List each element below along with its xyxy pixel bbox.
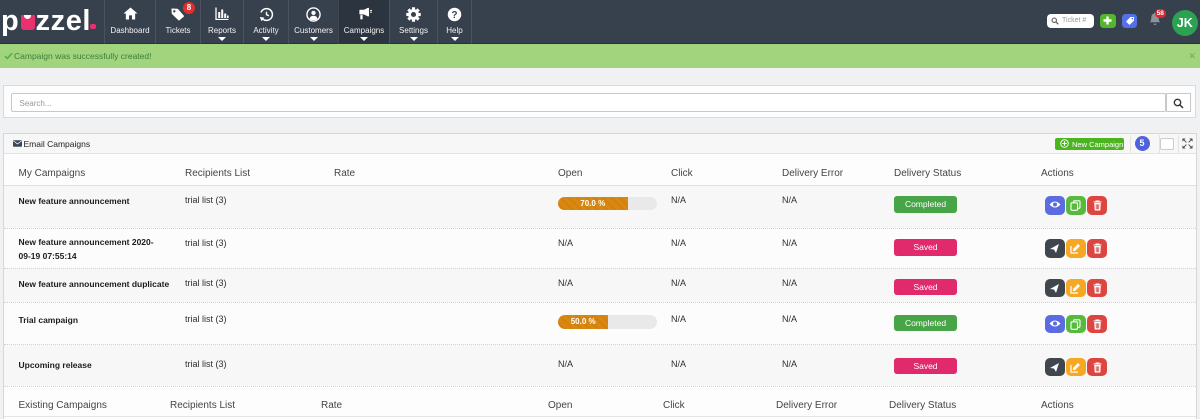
- svg-text:?: ?: [451, 10, 457, 21]
